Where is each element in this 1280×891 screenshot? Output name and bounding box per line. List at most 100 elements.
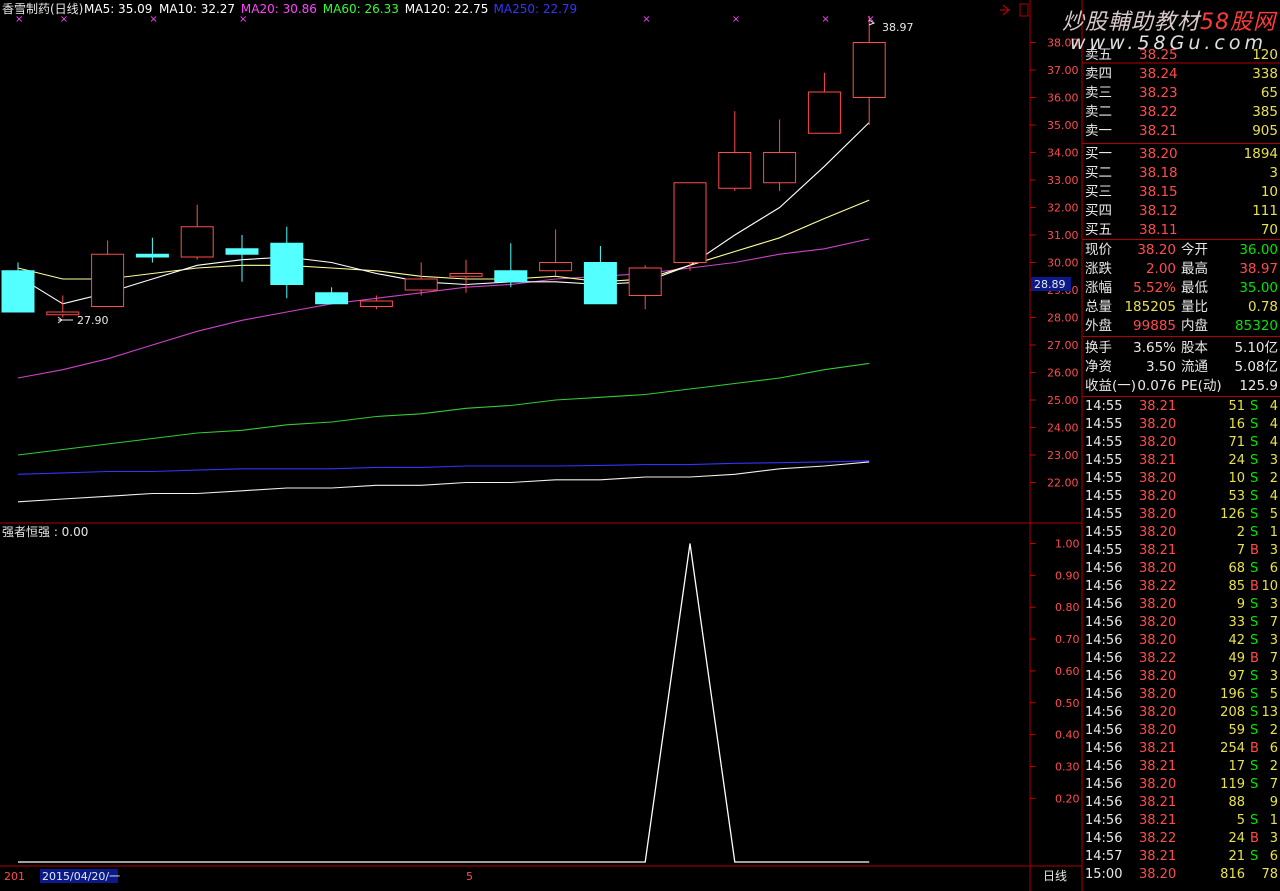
price-tick-label: 25.00 <box>1047 394 1079 407</box>
tick-row: 14:56 38.21 254 B 6 <box>1082 740 1280 758</box>
box-icon[interactable] <box>1019 3 1029 17</box>
ma-legend-item: MA5: 35.09 <box>84 2 152 16</box>
candle-body <box>180 226 214 258</box>
tick-side: S <box>1250 633 1259 648</box>
high-label: 38.97 <box>882 21 914 34</box>
fund-value: 5.08亿 <box>1234 359 1278 375</box>
fund-value: 125.9 <box>1239 378 1278 394</box>
indicator-tick-label: 0.80 <box>1055 601 1080 614</box>
bid-row: 买三 38.15 10 <box>1082 183 1280 201</box>
tick-row: 14:55 38.21 51 S 4 <box>1082 398 1280 416</box>
tick-time: 14:55 <box>1085 399 1123 414</box>
tick-price: 38.21 <box>1139 759 1177 774</box>
tick-volume: 42 <box>1228 633 1245 648</box>
tick-price: 38.21 <box>1139 453 1177 468</box>
tick-row: 14:56 38.21 5 S 1 <box>1082 812 1280 830</box>
bid-row: 买四 38.12 111 <box>1082 202 1280 220</box>
signal-marker: × <box>15 14 23 25</box>
tick-side: S <box>1250 435 1259 450</box>
tick-side: S <box>1250 669 1259 684</box>
price-tick-label: 32.00 <box>1047 202 1079 215</box>
tick-side: S <box>1250 399 1259 414</box>
tick-price: 38.21 <box>1139 741 1177 756</box>
stat-value: 36.00 <box>1239 242 1278 258</box>
ma250-line <box>17 460 870 475</box>
tick-price: 38.21 <box>1139 813 1177 828</box>
quote-divider <box>1082 336 1280 337</box>
tick-time: 14:56 <box>1085 723 1123 738</box>
tick-count: 13 <box>1261 705 1278 720</box>
bid-label: 买三 <box>1085 184 1112 200</box>
date-label: 2015/04/20/一 <box>42 870 120 883</box>
tick-time: 14:57 <box>1085 849 1123 864</box>
tick-count: 1 <box>1269 525 1278 540</box>
ask-label: 卖四 <box>1085 66 1112 82</box>
tick-price: 38.20 <box>1139 489 1177 504</box>
bid-label: 买一 <box>1085 146 1112 162</box>
quote-panel: 卖五 38.25 120 卖四 38.24 338 卖三 38.23 65 卖二 38.22 385 卖… <box>1082 47 1280 891</box>
tick-time: 14:55 <box>1085 543 1123 558</box>
tick-time: 14:56 <box>1085 633 1123 648</box>
tick-side: S <box>1250 759 1259 774</box>
bid-label: 买四 <box>1085 203 1112 219</box>
time-mark: 5 <box>466 870 473 883</box>
low-label: 27.90 <box>77 314 109 327</box>
fund-label: PE(动) <box>1181 378 1222 394</box>
candle-body <box>628 267 662 296</box>
tick-time: 14:55 <box>1085 471 1123 486</box>
price-tick-label: 22.00 <box>1047 477 1079 490</box>
tick-side: S <box>1250 453 1259 468</box>
price-tick-label: 28.00 <box>1047 312 1079 325</box>
period-label[interactable]: 日线 <box>1043 869 1067 883</box>
candle-body <box>359 300 393 307</box>
candle-body <box>718 152 752 189</box>
bid-row: 买二 38.18 3 <box>1082 164 1280 182</box>
tick-row: 14:56 38.20 33 S 7 <box>1082 614 1280 632</box>
tick-count: 2 <box>1269 759 1278 774</box>
tick-row: 14:55 38.21 7 B 3 <box>1082 542 1280 560</box>
fund-label: 流通 <box>1181 359 1208 375</box>
stat-value: 0.78 <box>1247 299 1278 315</box>
indicator-tick-label: 1.00 <box>1055 538 1080 551</box>
stat-label: 最高 <box>1181 261 1208 277</box>
tick-side: B <box>1250 741 1259 756</box>
arrow-icon[interactable] <box>1000 4 1010 16</box>
tick-row: 14:56 38.20 208 S 13 <box>1082 704 1280 722</box>
ma-legend-item: MA250: 22.79 <box>494 2 578 16</box>
candle-body <box>494 270 528 283</box>
tick-volume: 196 <box>1220 687 1245 702</box>
stat-row: 现价 38.20 今开 36.00 <box>1082 241 1280 259</box>
tick-row: 14:56 38.21 17 S 2 <box>1082 758 1280 776</box>
tick-volume: 59 <box>1228 723 1245 738</box>
ma5-line <box>17 122 870 305</box>
price-tick-label: 33.00 <box>1047 174 1079 187</box>
bid-label: 买五 <box>1085 222 1112 238</box>
stat-row: 总量 185205 量比 0.78 <box>1082 298 1280 316</box>
stat-value: 5.52% <box>1133 280 1176 296</box>
tick-side: B <box>1250 651 1259 666</box>
bid-price: 38.11 <box>1139 222 1178 238</box>
tick-row: 14:56 38.20 97 S 3 <box>1082 668 1280 686</box>
ask-volume: 120 <box>1252 47 1278 63</box>
tick-price: 38.20 <box>1139 417 1177 432</box>
tick-price: 38.20 <box>1139 507 1177 522</box>
tick-volume: 97 <box>1228 669 1245 684</box>
fundamentals-row: 收益(一) 0.076 PE(动) 125.9 <box>1082 377 1280 395</box>
tick-volume: 33 <box>1228 615 1245 630</box>
stat-label: 外盘 <box>1085 318 1112 334</box>
tick-volume: 85 <box>1228 579 1245 594</box>
bid-volume: 1894 <box>1243 146 1278 162</box>
tick-price: 38.20 <box>1139 867 1177 882</box>
bid-label: 买二 <box>1085 165 1112 181</box>
price-tick-label: 36.00 <box>1047 92 1079 105</box>
tick-count: 3 <box>1269 453 1278 468</box>
stat-value: 38.97 <box>1239 261 1278 277</box>
indicator-tick-label: 0.90 <box>1055 569 1080 582</box>
tick-side: S <box>1250 597 1259 612</box>
fund-value: 5.10亿 <box>1234 340 1278 356</box>
tick-volume: 49 <box>1228 651 1245 666</box>
tick-side: S <box>1250 417 1259 432</box>
tick-volume: 254 <box>1220 741 1245 756</box>
tick-count: 9 <box>1269 795 1278 810</box>
tick-volume: 7 <box>1236 543 1245 558</box>
